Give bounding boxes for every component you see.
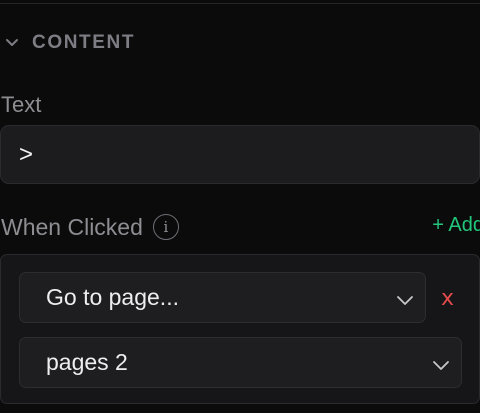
- content-section-header[interactable]: CONTENT: [4, 30, 135, 56]
- add-action-button[interactable]: + Add: [432, 214, 480, 237]
- action-type-select[interactable]: Go to page...: [19, 272, 426, 323]
- page-select[interactable]: pages 2: [19, 337, 462, 388]
- when-clicked-label: When Clicked: [1, 213, 143, 240]
- chevron-down-icon[interactable]: [4, 35, 20, 51]
- when-clicked-row: When Clicked i + Add: [1, 210, 480, 244]
- action-type-value: Go to page...: [46, 284, 179, 310]
- info-icon[interactable]: i: [152, 214, 179, 240]
- text-input[interactable]: >: [0, 125, 480, 184]
- text-input-value: >: [19, 140, 34, 168]
- info-icon-glyph: i: [163, 218, 169, 236]
- panel-top-divider: [0, 0, 480, 4]
- section-title: CONTENT: [32, 32, 136, 53]
- properties-panel: CONTENT Text > When Clicked i + Add Go t…: [0, 0, 480, 413]
- action-container: Go to page... x pages 2: [0, 254, 480, 404]
- chevron-down-icon: [395, 289, 415, 307]
- page-select-value: pages 2: [46, 349, 128, 375]
- remove-action-button[interactable]: x: [441, 286, 454, 311]
- chevron-down-icon: [431, 354, 451, 372]
- text-label: Text: [1, 92, 42, 117]
